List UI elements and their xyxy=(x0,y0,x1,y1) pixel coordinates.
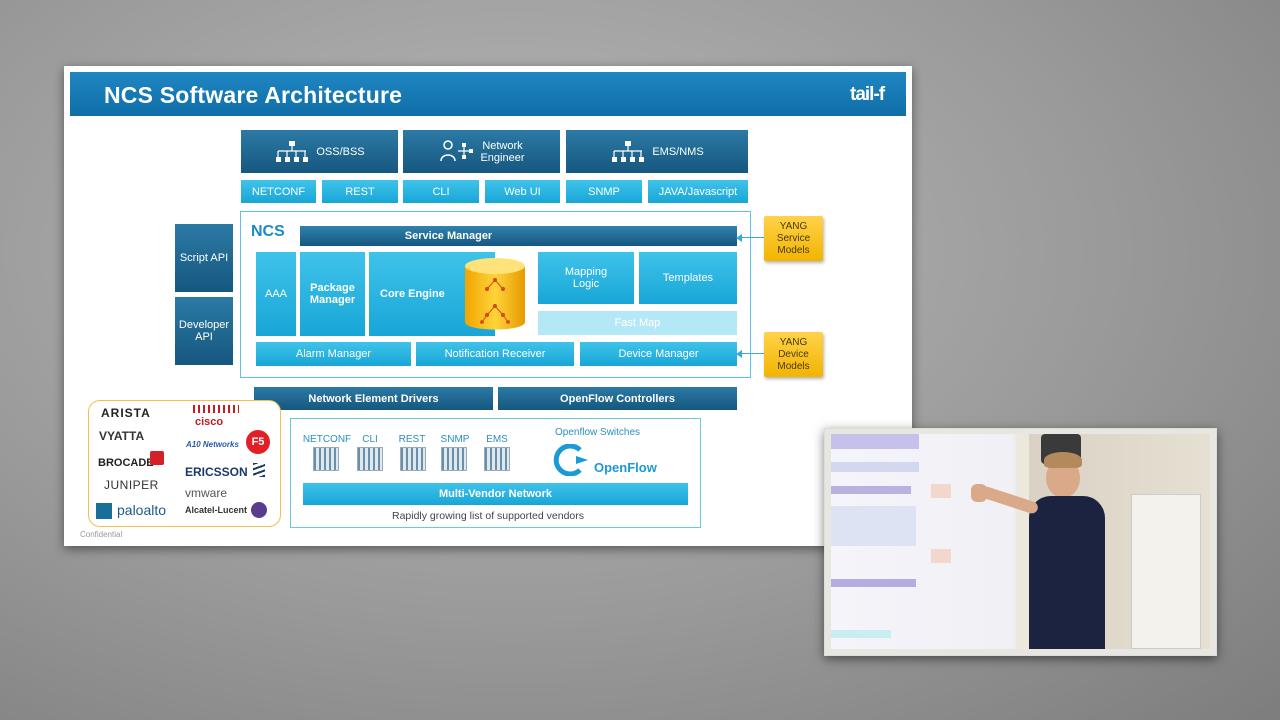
mapping-logic: Mapping Logic xyxy=(538,252,634,304)
vendor-juniper: JUNIPER xyxy=(104,478,159,492)
ncs-label: NCS xyxy=(251,223,285,240)
templates: Templates xyxy=(639,252,737,304)
vendor-alcatel-lucent: Alcatel-Lucent xyxy=(185,505,248,515)
protocol-ems: EMS xyxy=(486,434,508,445)
openflow-logo-icon xyxy=(553,444,588,476)
vendor-brocade: BROCADE xyxy=(98,457,154,469)
client-network-engineer: Network Engineer xyxy=(403,130,560,173)
device-icon xyxy=(313,447,339,471)
presenter-hand xyxy=(971,484,987,502)
interface-snmp: SNMP xyxy=(566,180,642,203)
arrow-icon xyxy=(736,350,742,358)
openflow-logo-text: OpenFlow xyxy=(594,460,657,475)
device-models-connector xyxy=(739,353,764,354)
core-engine-label: Core Engine xyxy=(380,288,445,300)
projected-title-bar xyxy=(831,434,919,449)
vendor-ericsson: ERICSSON xyxy=(185,465,248,479)
openflow-controllers: OpenFlow Controllers xyxy=(498,387,737,410)
network-element-drivers: Network Element Drivers xyxy=(254,387,493,410)
client-ems-nms: EMS/NMS xyxy=(566,130,748,173)
hierarchy-icon xyxy=(276,140,309,162)
projected-row xyxy=(831,579,916,587)
confidential-footer: Confidential xyxy=(80,530,123,539)
fast-map: Fast Map xyxy=(538,311,737,335)
script-api: Script API xyxy=(175,224,233,292)
arrow-icon xyxy=(736,234,742,242)
projected-yang-note xyxy=(931,484,951,498)
openflow-switches-label: Openflow Switches xyxy=(555,427,641,438)
interface-netconf: NETCONF xyxy=(241,180,316,203)
presenter-shirt xyxy=(1029,496,1105,649)
alarm-manager: Alarm Manager xyxy=(256,342,411,366)
client-oss-bss: OSS/BSS xyxy=(241,130,398,173)
vendor-arista: ARISTA xyxy=(101,406,151,420)
ericsson-logo-icon xyxy=(253,463,265,477)
vendor-paloalto: paloalto xyxy=(117,502,167,518)
screen-edge xyxy=(1017,434,1029,649)
paloalto-logo-icon xyxy=(96,503,112,519)
yang-device-models: YANG Device Models xyxy=(764,332,823,377)
package-manager: Package Manager xyxy=(300,252,365,336)
client-label: Network Engineer xyxy=(480,139,525,164)
presenter-arm xyxy=(978,485,1040,515)
vendor-f5: F5 xyxy=(246,430,270,454)
device-icon xyxy=(357,447,383,471)
device-icon xyxy=(484,447,510,471)
database-icon xyxy=(465,258,525,330)
client-label: OSS/BSS xyxy=(316,145,365,158)
vendor-vmware: vmware xyxy=(185,486,228,500)
projected-row xyxy=(831,630,891,638)
brocade-logo-icon xyxy=(150,451,164,465)
whiteboard xyxy=(1131,494,1201,649)
vendor-vyatta: VYATTA xyxy=(99,429,145,443)
hierarchy-icon xyxy=(612,140,645,162)
developer-api: Developer API xyxy=(175,297,233,365)
device-manager: Device Manager xyxy=(580,342,737,366)
interface-rest: REST xyxy=(322,180,398,203)
multi-vendor-network: Multi-Vendor Network xyxy=(303,483,688,505)
vendor-f5-label: F5 xyxy=(251,436,265,448)
service-manager: Service Manager xyxy=(300,226,737,246)
device-icon xyxy=(400,447,426,471)
user-network-icon xyxy=(440,139,474,161)
presenter-video xyxy=(831,434,1210,649)
vendor-cisco: cisco xyxy=(195,416,224,428)
aaa: AAA xyxy=(256,252,296,336)
cisco-bars-icon xyxy=(193,405,239,413)
projected-yang-note xyxy=(931,549,951,563)
service-manager-label: Service Manager xyxy=(404,230,493,242)
interface-web-ui: Web UI xyxy=(485,180,560,203)
notification-receiver: Notification Receiver xyxy=(416,342,574,366)
projected-row xyxy=(831,486,911,494)
protocol-icons: NETCONF CLI REST SNMP EMS xyxy=(302,434,522,476)
alcatel-logo-icon xyxy=(251,502,267,518)
presenter-hair xyxy=(1044,452,1082,468)
projected-row xyxy=(831,462,919,472)
tailf-logo: tail-f xyxy=(850,84,885,105)
service-models-connector xyxy=(739,237,764,238)
device-icon xyxy=(441,447,467,471)
client-label: EMS/NMS xyxy=(652,145,704,158)
interface-cli: CLI xyxy=(403,180,479,203)
vendor-a10: A10 Networks xyxy=(186,440,239,449)
interface-java-javascript: JAVA/Javascript xyxy=(648,180,748,203)
yang-service-models: YANG Service Models xyxy=(764,216,823,261)
vendors-caption: Rapidly growing list of supported vendor… xyxy=(391,510,585,522)
slide-title: NCS Software Architecture xyxy=(104,82,403,108)
projected-block xyxy=(831,506,916,546)
